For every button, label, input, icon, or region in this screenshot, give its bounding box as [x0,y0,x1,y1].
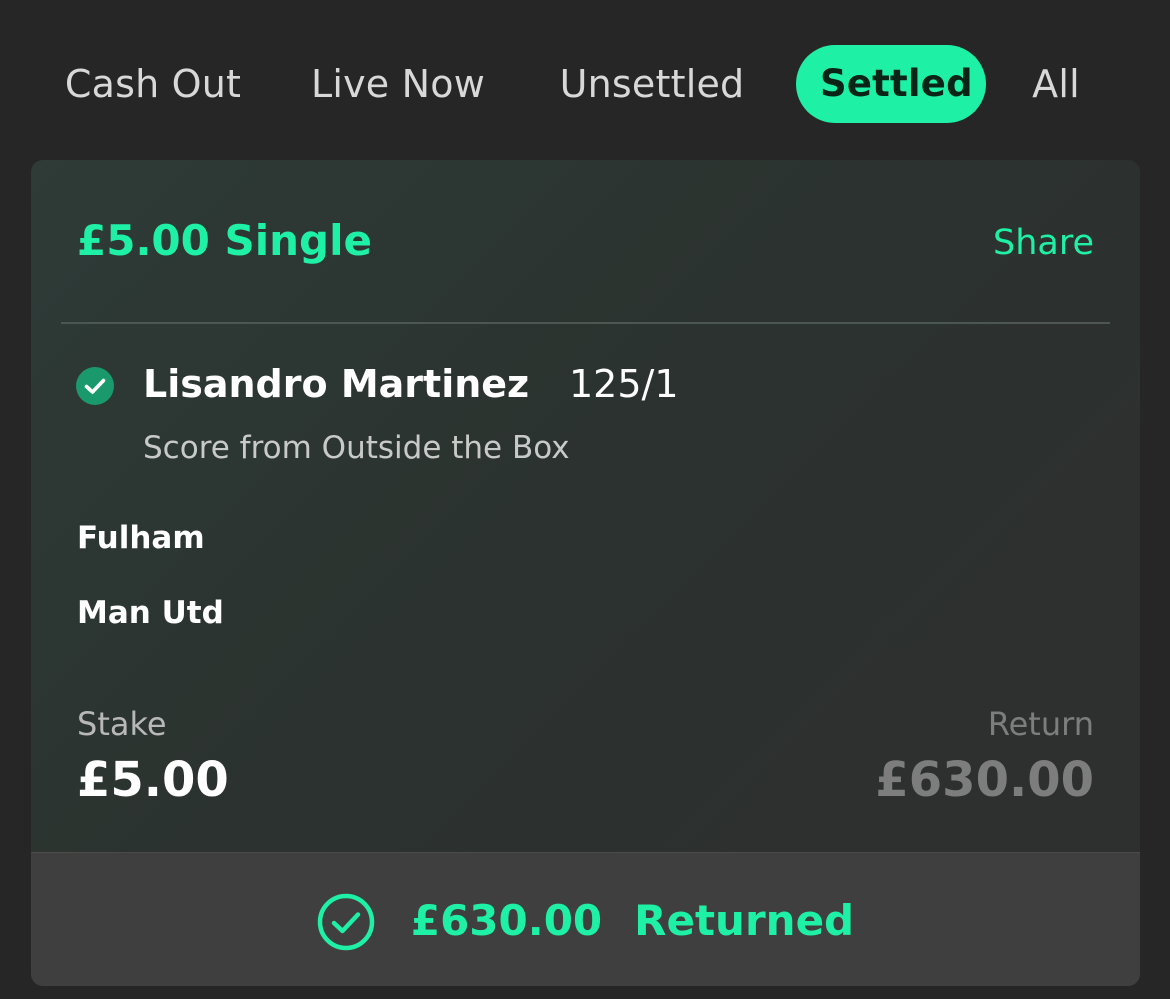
selection-odds: 125/1 [569,362,679,406]
stake-label: Stake [77,705,167,743]
market-name: Score from Outside the Box [143,430,570,466]
away-team: Man Utd [77,595,224,631]
stake-value: £5.00 [77,752,229,808]
tab-unsettled[interactable]: Unsettled [560,62,745,106]
tab-live-now[interactable]: Live Now [311,62,485,106]
check-circle-outline-icon [317,893,375,951]
returned-amount: £630.00 [410,895,603,945]
bet-filter-tabs: Cash Out Live Now Unsettled Settled All [0,0,1170,160]
selection-name: Lisandro Martinez [143,362,530,406]
tab-cash-out[interactable]: Cash Out [65,62,241,106]
returned-label: Returned [634,895,855,945]
home-team: Fulham [77,520,205,556]
check-circle-icon [76,367,114,405]
tab-settled[interactable]: Settled [796,45,986,123]
returned-banner: £630.00 Returned [31,852,1140,986]
divider [61,322,1110,324]
tab-all[interactable]: All [1032,62,1080,106]
return-label: Return [987,705,1094,743]
bet-title: £5.00 Single [77,216,372,265]
return-value: £630.00 [875,752,1094,808]
share-button[interactable]: Share [993,223,1094,263]
bet-card: £5.00 Single Share Lisandro Martinez 125… [31,160,1140,986]
